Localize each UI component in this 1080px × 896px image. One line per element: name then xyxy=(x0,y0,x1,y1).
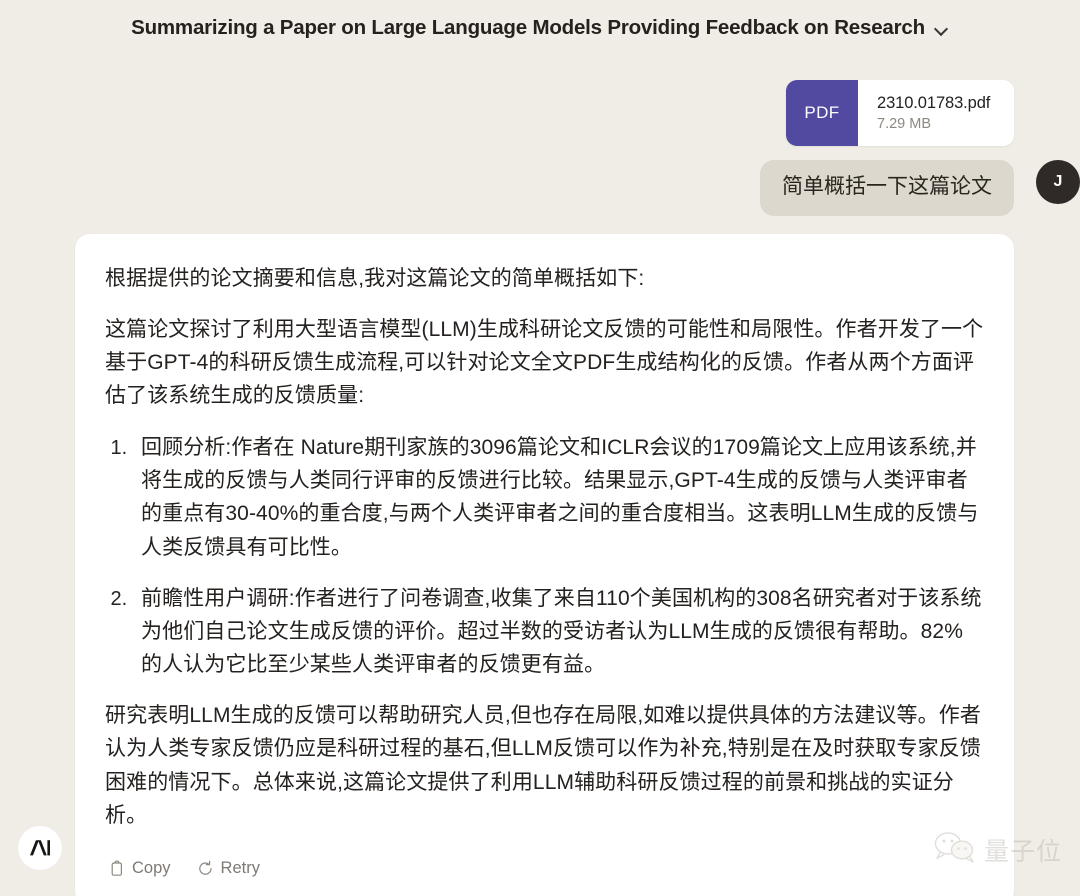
pdf-badge: PDF xyxy=(786,80,858,146)
claude-logo xyxy=(18,825,62,870)
copy-label: Copy xyxy=(132,858,171,877)
message-action-bar: Copy Retry xyxy=(105,851,984,894)
page-title: Summarizing a Paper on Large Language Mo… xyxy=(131,16,925,39)
user-message-bubble[interactable]: 简单概括一下这篇论文 xyxy=(760,160,1014,217)
clipboard-icon xyxy=(109,860,125,877)
assistant-response-card: 根据提供的论文摘要和信息,我对这篇论文的简单概括如下: 这篇论文探讨了利用大型语… xyxy=(75,234,1014,896)
retry-label: Retry xyxy=(220,858,260,877)
assistant-intro-paragraph: 根据提供的论文摘要和信息,我对这篇论文的简单概括如下: xyxy=(105,267,645,291)
assistant-numbered-list: 回顾分析:作者在 Nature期刊家族的3096篇论文和ICLR会议的1709篇… xyxy=(105,431,984,681)
conversation-header: Summarizing a Paper on Large Language Mo… xyxy=(0,0,1080,52)
attachment-row: PDF 2310.01783.pdf 7.29 MB xyxy=(0,80,1014,146)
refresh-ccw-icon xyxy=(197,860,214,877)
pdf-file-name: 2310.01783.pdf xyxy=(877,94,991,112)
assistant-closing-paragraph: 研究表明LLM生成的反馈可以帮助研究人员,但也存在局限,如难以提供具体的方法建议… xyxy=(105,704,981,827)
chevron-down-icon[interactable] xyxy=(935,23,949,37)
copy-button[interactable]: Copy xyxy=(107,857,173,880)
avatar[interactable]: J xyxy=(1036,160,1080,204)
retry-button[interactable]: Retry xyxy=(195,857,262,880)
conversation-thread: PDF 2310.01783.pdf 7.29 MB 简单概括一下这篇论文 J … xyxy=(0,80,1080,896)
assistant-paragraph-1: 这篇论文探讨了利用大型语言模型(LLM)生成科研论文反馈的可能性和局限性。作者开… xyxy=(105,317,984,407)
user-message-row: 简单概括一下这篇论文 J xyxy=(0,160,1080,217)
pdf-file-size: 7.29 MB xyxy=(877,116,931,132)
pdf-attachment-card[interactable]: PDF 2310.01783.pdf 7.29 MB xyxy=(786,80,1014,146)
assistant-message-row: 根据提供的论文摘要和信息,我对这篇论文的简单概括如下: 这篇论文探讨了利用大型语… xyxy=(0,234,1014,896)
pdf-meta: 2310.01783.pdf 7.29 MB xyxy=(858,80,1010,146)
list-item: 回顾分析:作者在 Nature期刊家族的3096篇论文和ICLR会议的1709篇… xyxy=(133,431,984,564)
list-item: 前瞻性用户调研:作者进行了问卷调查,收集了来自110个美国机构的308名研究者对… xyxy=(133,582,984,682)
